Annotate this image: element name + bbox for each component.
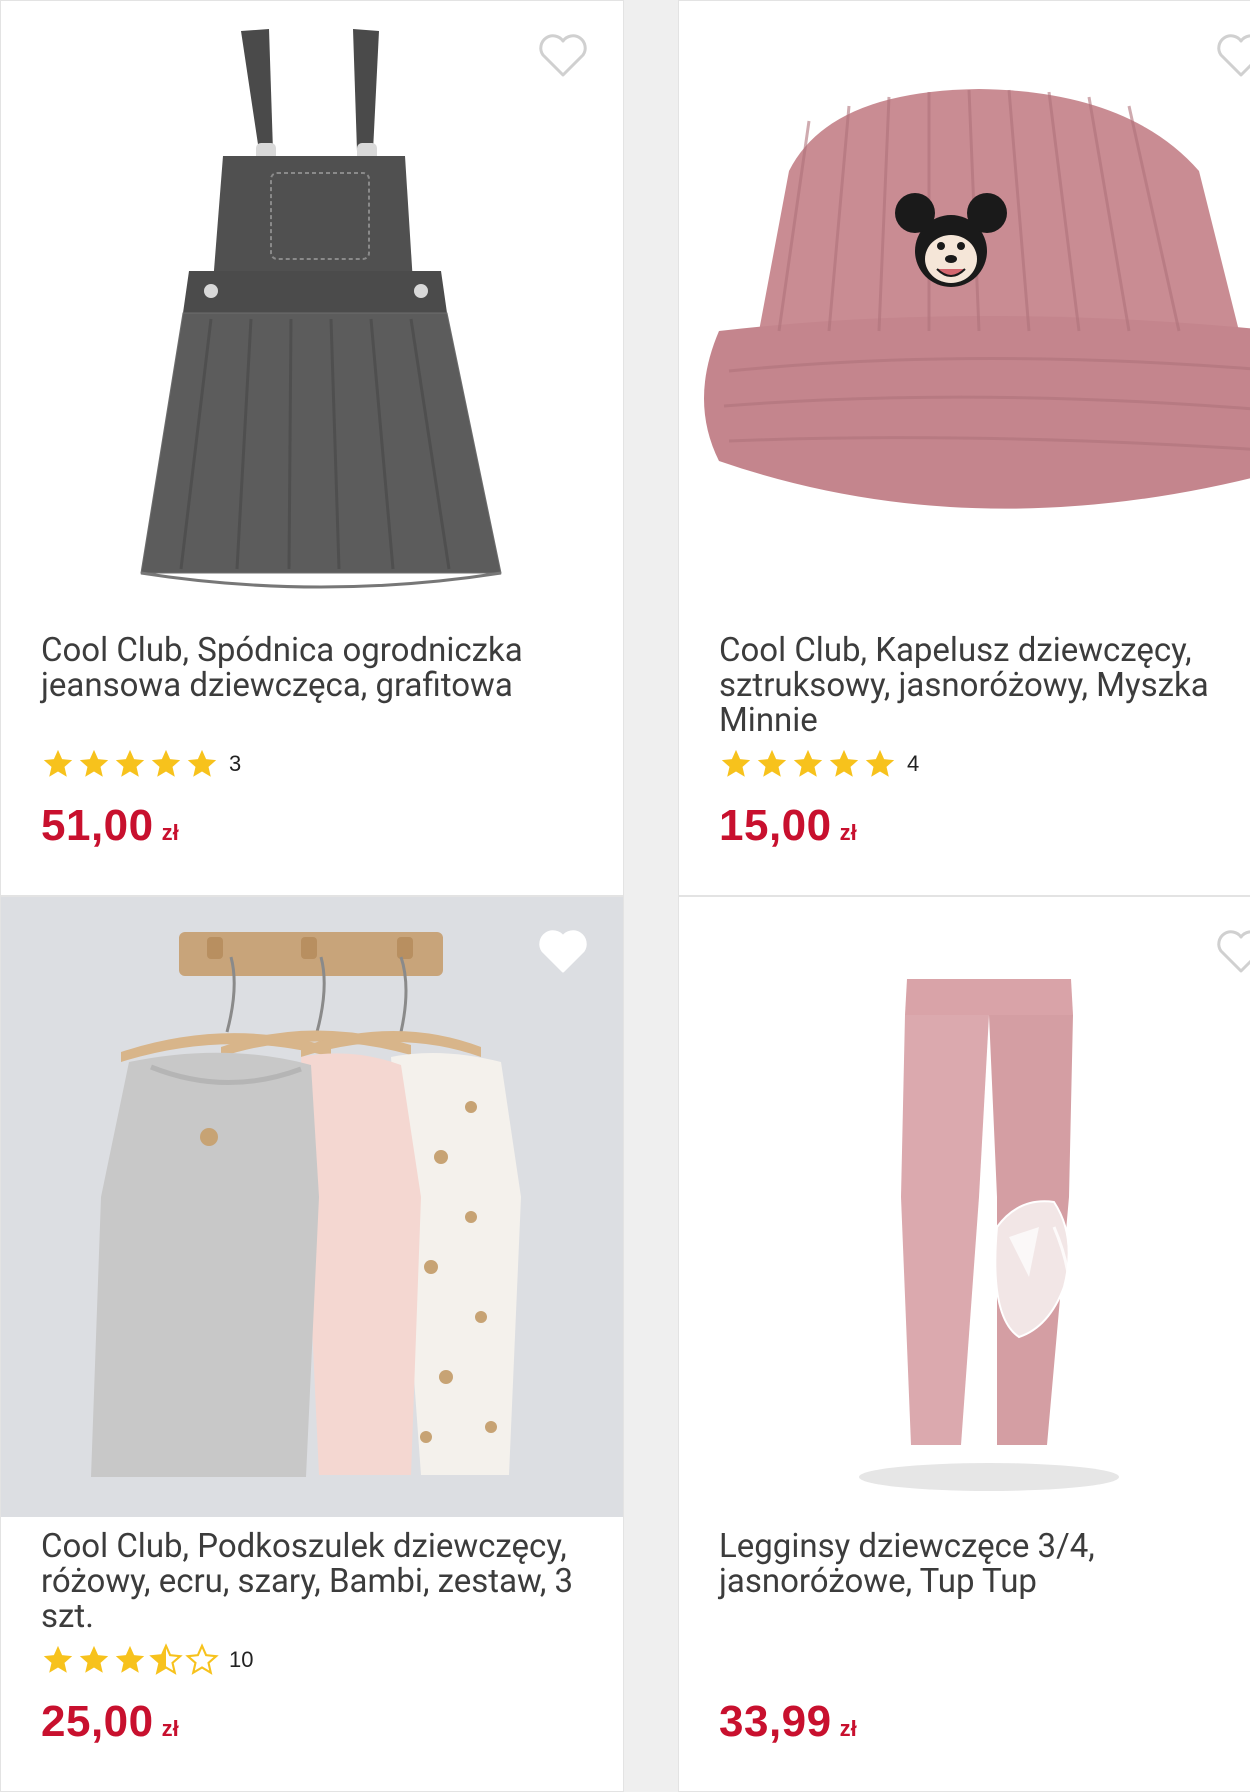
product-price: 25,00 zł — [41, 1697, 179, 1747]
bucket-hat-image — [704, 89, 1250, 509]
rating-stars: 10 — [41, 1643, 253, 1677]
product-image[interactable] — [1, 897, 623, 1517]
rating-count: 3 — [229, 751, 242, 776]
product-image[interactable] — [679, 1, 1250, 621]
star-filled-icon — [151, 749, 181, 777]
product-image[interactable] — [1, 1, 623, 621]
star-empty-icon — [185, 1643, 219, 1675]
star-filled-icon — [829, 749, 859, 777]
star-filled-icon — [865, 749, 895, 777]
star-filled-icon — [115, 749, 145, 777]
product-price: 33,99 zł — [719, 1697, 857, 1747]
star-filled-icon — [721, 749, 751, 777]
price-currency: zł — [839, 820, 857, 845]
star-half-icon — [149, 1643, 183, 1675]
product-title[interactable]: Cool Club, Podkoszulek dziewczęcy, różow… — [41, 1529, 581, 1634]
star-filled-icon — [79, 749, 109, 777]
star-filled-icon — [43, 1645, 73, 1673]
star-filled-icon — [115, 1645, 145, 1673]
rating-stars: 4 — [719, 747, 919, 781]
product-title[interactable]: Cool Club, Spódnica ogrodniczka jeansowa… — [41, 633, 581, 703]
product-card[interactable]: Legginsy dziewczęce 3/4, jasnoróżowe, Tu… — [678, 896, 1250, 1792]
heart-filled-icon[interactable] — [537, 927, 589, 975]
heart-outline-icon[interactable] — [1215, 31, 1250, 79]
star-filled-icon — [793, 749, 823, 777]
rating-count: 4 — [907, 751, 920, 776]
leggings-image — [859, 979, 1119, 1491]
star-filled-icon — [43, 749, 73, 777]
product-price: 15,00 zł — [719, 801, 857, 851]
product-title[interactable]: Legginsy dziewczęce 3/4, jasnoróżowe, Tu… — [719, 1529, 1250, 1599]
product-image[interactable] — [679, 897, 1250, 1517]
product-price: 51,00 zł — [41, 801, 179, 851]
star-filled-icon — [79, 1645, 109, 1673]
price-amount: 25,00 — [41, 1697, 154, 1746]
heart-outline-icon[interactable] — [537, 31, 589, 79]
star-filled-icon — [187, 749, 217, 777]
tank-tops-image — [1, 897, 623, 1517]
price-amount: 51,00 — [41, 801, 154, 850]
price-amount: 33,99 — [719, 1697, 832, 1746]
price-currency: zł — [161, 1716, 179, 1741]
denim-pinafore-image — [140, 29, 502, 589]
product-title[interactable]: Cool Club, Kapelusz dziewczęcy, sztrukso… — [719, 633, 1250, 738]
product-card[interactable]: Cool Club, Podkoszulek dziewczęcy, różow… — [0, 896, 624, 1792]
product-card[interactable]: Cool Club, Spódnica ogrodniczka jeansowa… — [0, 0, 624, 896]
rating-stars: 3 — [41, 747, 241, 781]
price-currency: zł — [161, 820, 179, 845]
rating-count: 10 — [229, 1647, 254, 1672]
price-amount: 15,00 — [719, 801, 832, 850]
star-filled-icon — [757, 749, 787, 777]
product-card[interactable]: Cool Club, Kapelusz dziewczęcy, sztrukso… — [678, 0, 1250, 896]
product-grid: Cool Club, Spódnica ogrodniczka jeansowa… — [0, 0, 1250, 1792]
heart-outline-icon[interactable] — [1215, 927, 1250, 975]
price-currency: zł — [839, 1716, 857, 1741]
